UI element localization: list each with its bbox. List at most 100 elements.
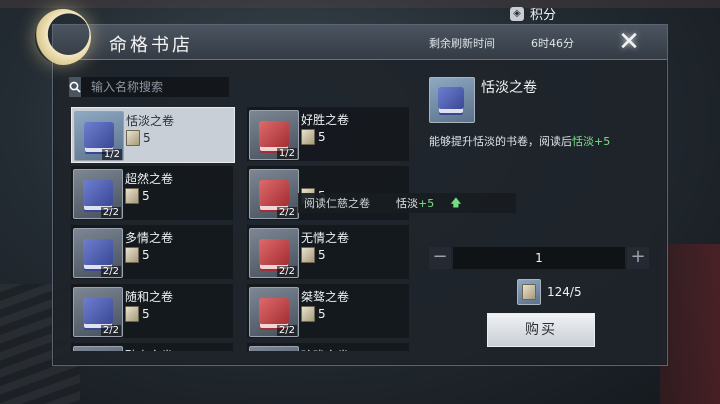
increase-button[interactable]: + xyxy=(627,247,649,269)
item-thumbnail: 1/2 xyxy=(249,110,299,160)
item-name: 随和之卷 xyxy=(125,290,174,304)
item-thumbnail: 1/2 xyxy=(74,111,124,161)
item-card[interactable]: 玲珑之卷 xyxy=(247,343,409,351)
stock-count: 2/2 xyxy=(100,325,121,336)
book-icon xyxy=(83,298,113,324)
item-cost-value: 5 xyxy=(142,248,150,262)
up-arrow-icon: 🡅 xyxy=(450,195,462,209)
quantity-value[interactable]: 1 xyxy=(453,247,625,269)
item-card[interactable]: 2/2 随和之卷 5 xyxy=(71,284,233,338)
owned-count: 124/5 xyxy=(547,285,582,299)
stock-count: 2/2 xyxy=(100,266,121,277)
item-thumbnail: 2/2 xyxy=(249,169,299,219)
currency-book-icon xyxy=(125,188,139,204)
book-icon xyxy=(83,180,113,206)
close-icon: ✕ xyxy=(618,27,640,57)
item-cost-value: 5 xyxy=(318,307,326,321)
item-card[interactable]: 2/2 无情之卷 5 xyxy=(247,225,409,279)
tooltip-item: 阅读仁慈之卷 xyxy=(304,197,370,210)
page-title: 命格书店 xyxy=(109,35,193,56)
tooltip-stat: 恬淡 xyxy=(396,197,418,210)
item-card[interactable]: 2/2 桀骜之卷 5 xyxy=(247,284,409,338)
item-thumbnail xyxy=(73,346,123,351)
item-name: 无情之卷 xyxy=(301,231,350,245)
currency-book-icon xyxy=(517,279,541,305)
item-thumbnail: 2/2 xyxy=(249,287,299,337)
panel-header: 命格书店 剩余刷新时间 6时46分 ✕ xyxy=(35,9,667,65)
item-name: 耿直之卷 xyxy=(125,347,173,351)
item-card[interactable]: 1/2 恬淡之卷 5 xyxy=(71,107,235,163)
tooltip-value: +5 xyxy=(418,196,435,210)
search-input[interactable] xyxy=(81,77,243,97)
buy-button[interactable]: 购买 xyxy=(487,313,595,347)
item-name: 好胜之卷 xyxy=(301,113,350,127)
item-thumbnail xyxy=(249,346,299,351)
currency-book-icon xyxy=(125,247,139,263)
background-red-pillar xyxy=(660,244,720,404)
score-label: 积分 xyxy=(530,8,557,23)
item-cost-value: 5 xyxy=(142,307,150,321)
item-cost-value: 5 xyxy=(318,248,326,262)
book-icon xyxy=(438,87,464,109)
stock-count: 2/2 xyxy=(100,207,121,218)
item-name: 桀骜之卷 xyxy=(301,290,350,304)
item-cost: 5 xyxy=(125,188,150,204)
decrease-button[interactable]: − xyxy=(429,247,451,269)
item-cost: 5 xyxy=(301,306,326,322)
item-cost: 5 xyxy=(301,247,326,263)
book-icon xyxy=(259,239,289,265)
item-cost: 5 xyxy=(126,130,151,146)
detail-description: 能够提升恬淡的书卷，阅读后恬淡+5 xyxy=(429,133,610,149)
item-cost: 5 xyxy=(125,306,150,322)
item-card[interactable]: 1/2 好胜之卷 5 xyxy=(247,107,409,161)
stock-count: 2/2 xyxy=(276,325,297,336)
currency-book-icon xyxy=(125,306,139,322)
close-button[interactable]: ✕ xyxy=(609,25,649,59)
book-icon xyxy=(259,180,289,206)
book-icon xyxy=(259,298,289,324)
bookstore-panel: 命格书店 剩余刷新时间 6时46分 ✕ 1/2 恬淡之卷 5 1/2 好胜之卷 5 2/2 超… xyxy=(35,9,668,366)
stock-count: 1/2 xyxy=(101,149,122,160)
currency-book-icon xyxy=(301,129,315,145)
moon-emblem xyxy=(35,9,91,65)
item-card[interactable]: 2/2 超然之卷 5 xyxy=(71,166,233,220)
item-cost: 5 xyxy=(301,129,326,145)
book-icon xyxy=(83,239,113,265)
detail-title: 恬淡之卷 xyxy=(481,80,537,96)
item-card[interactable]: 耿直之卷 xyxy=(71,343,233,351)
currency-book-icon xyxy=(301,247,315,263)
item-name: 超然之卷 xyxy=(125,172,174,186)
item-thumbnail: 2/2 xyxy=(73,228,123,278)
currency-book-icon xyxy=(301,306,315,322)
item-cost-value: 5 xyxy=(142,189,150,203)
currency-book-icon xyxy=(126,130,140,146)
book-icon xyxy=(84,122,114,148)
item-cost: 5 xyxy=(125,247,150,263)
item-name: 多情之卷 xyxy=(125,231,174,245)
item-card[interactable]: 2/2 多情之卷 5 xyxy=(71,225,233,279)
search-bar xyxy=(69,77,243,97)
search-icon[interactable] xyxy=(69,77,81,97)
read-tooltip: 阅读仁慈之卷 恬淡 +5 🡅 xyxy=(298,193,516,213)
item-name: 玲珑之卷 xyxy=(301,347,349,351)
stock-count: 2/2 xyxy=(276,207,297,218)
refresh-time: 6时46分 xyxy=(531,37,574,50)
stock-count: 2/2 xyxy=(276,266,297,277)
quantity-stepper: − 1 + xyxy=(429,247,649,269)
item-thumbnail: 2/2 xyxy=(249,228,299,278)
item-name: 恬淡之卷 xyxy=(126,114,175,128)
detail-item-icon xyxy=(429,77,475,123)
item-thumbnail: 2/2 xyxy=(73,169,123,219)
item-cost-value: 5 xyxy=(143,131,151,145)
score-badge[interactable]: ◈ 积分 xyxy=(510,4,556,23)
item-cost-value: 5 xyxy=(318,130,326,144)
stock-count: 1/2 xyxy=(276,148,297,159)
owned-balance: 124/5 xyxy=(517,279,582,305)
refresh-label: 剩余刷新时间 xyxy=(429,37,495,50)
item-grid: 1/2 恬淡之卷 5 1/2 好胜之卷 5 2/2 超然之卷 5 2/2 5 2/2 多情之卷 5 2/2 无… xyxy=(71,107,411,351)
item-thumbnail: 2/2 xyxy=(73,287,123,337)
detail-desc-highlight: 恬淡+5 xyxy=(572,135,611,148)
detail-desc-text: 能够提升恬淡的书卷，阅读后 xyxy=(429,135,572,148)
score-icon: ◈ xyxy=(510,6,524,21)
book-icon xyxy=(259,121,289,147)
